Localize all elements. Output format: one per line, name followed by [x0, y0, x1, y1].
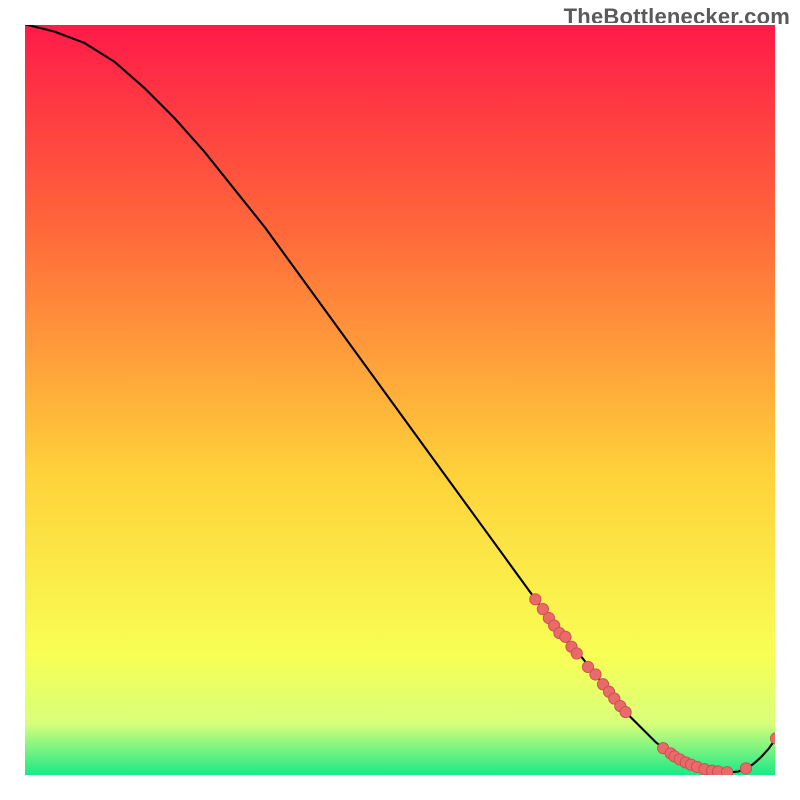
attribution-label: TheBottlenecker.com [564, 4, 790, 30]
plot-area [24, 24, 776, 776]
curve-marker [721, 767, 732, 776]
curve-marker [590, 669, 601, 680]
curve-marker [571, 648, 582, 659]
curve-marker [740, 763, 751, 774]
chart-container: TheBottlenecker.com [0, 0, 800, 800]
curve-markers [530, 594, 776, 776]
curve-marker [620, 706, 631, 717]
bottleneck-curve-line [24, 24, 776, 772]
curve-marker [560, 631, 571, 642]
curve-marker [770, 733, 776, 744]
series-overlay [24, 24, 776, 776]
curve-marker [530, 594, 541, 605]
